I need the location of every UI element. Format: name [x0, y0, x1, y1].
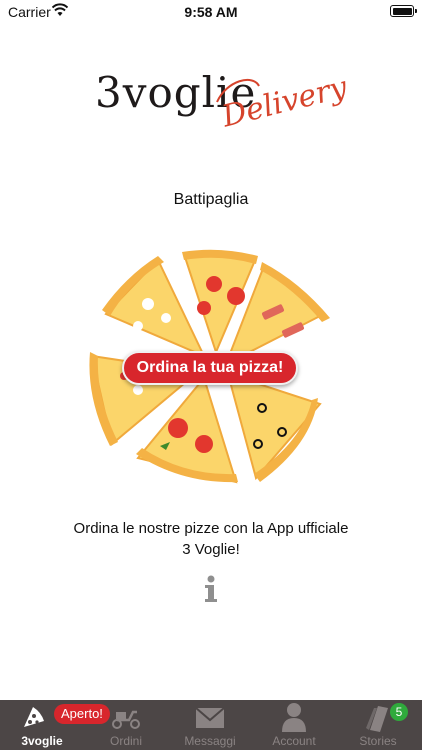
stories-icon [366, 706, 388, 732]
pizza-slice-icon [23, 707, 44, 727]
clock: 9:58 AM [184, 4, 238, 20]
tab-label: Messaggi [184, 734, 236, 748]
order-pizza-button[interactable]: Ordina la tua pizza! [122, 351, 298, 385]
location-label: Battipaglia [173, 191, 249, 208]
tab-messaggi[interactable]: Messaggi [168, 700, 252, 750]
tab-account[interactable]: Account [252, 700, 336, 750]
tab-label: 3voglie [21, 734, 63, 748]
status-bar: Carrier 9:58 AM [0, 0, 422, 24]
pizza-slice-bottom-right [226, 372, 322, 482]
battery-icon [390, 5, 417, 17]
scooter-icon [112, 710, 140, 729]
description-line-1: Ordina le nostre pizze con la App uffici… [73, 520, 349, 537]
tab-label: Account [272, 734, 316, 748]
envelope-icon [195, 707, 225, 728]
description-line-2: 3 Voglie! [182, 541, 240, 558]
tab-stories[interactable]: Stories [336, 700, 420, 750]
open-status-badge: Aperto! [54, 704, 110, 724]
app-description: Ordina le nostre pizze con la App uffici… [40, 518, 382, 560]
user-icon [282, 703, 306, 732]
info-icon[interactable] [201, 575, 221, 603]
tab-label: Stories [359, 734, 397, 748]
brand-logo: 3voglie Delivery [95, 68, 350, 158]
tab-label: Ordini [109, 734, 142, 748]
stories-count-badge: 5 [390, 703, 408, 721]
